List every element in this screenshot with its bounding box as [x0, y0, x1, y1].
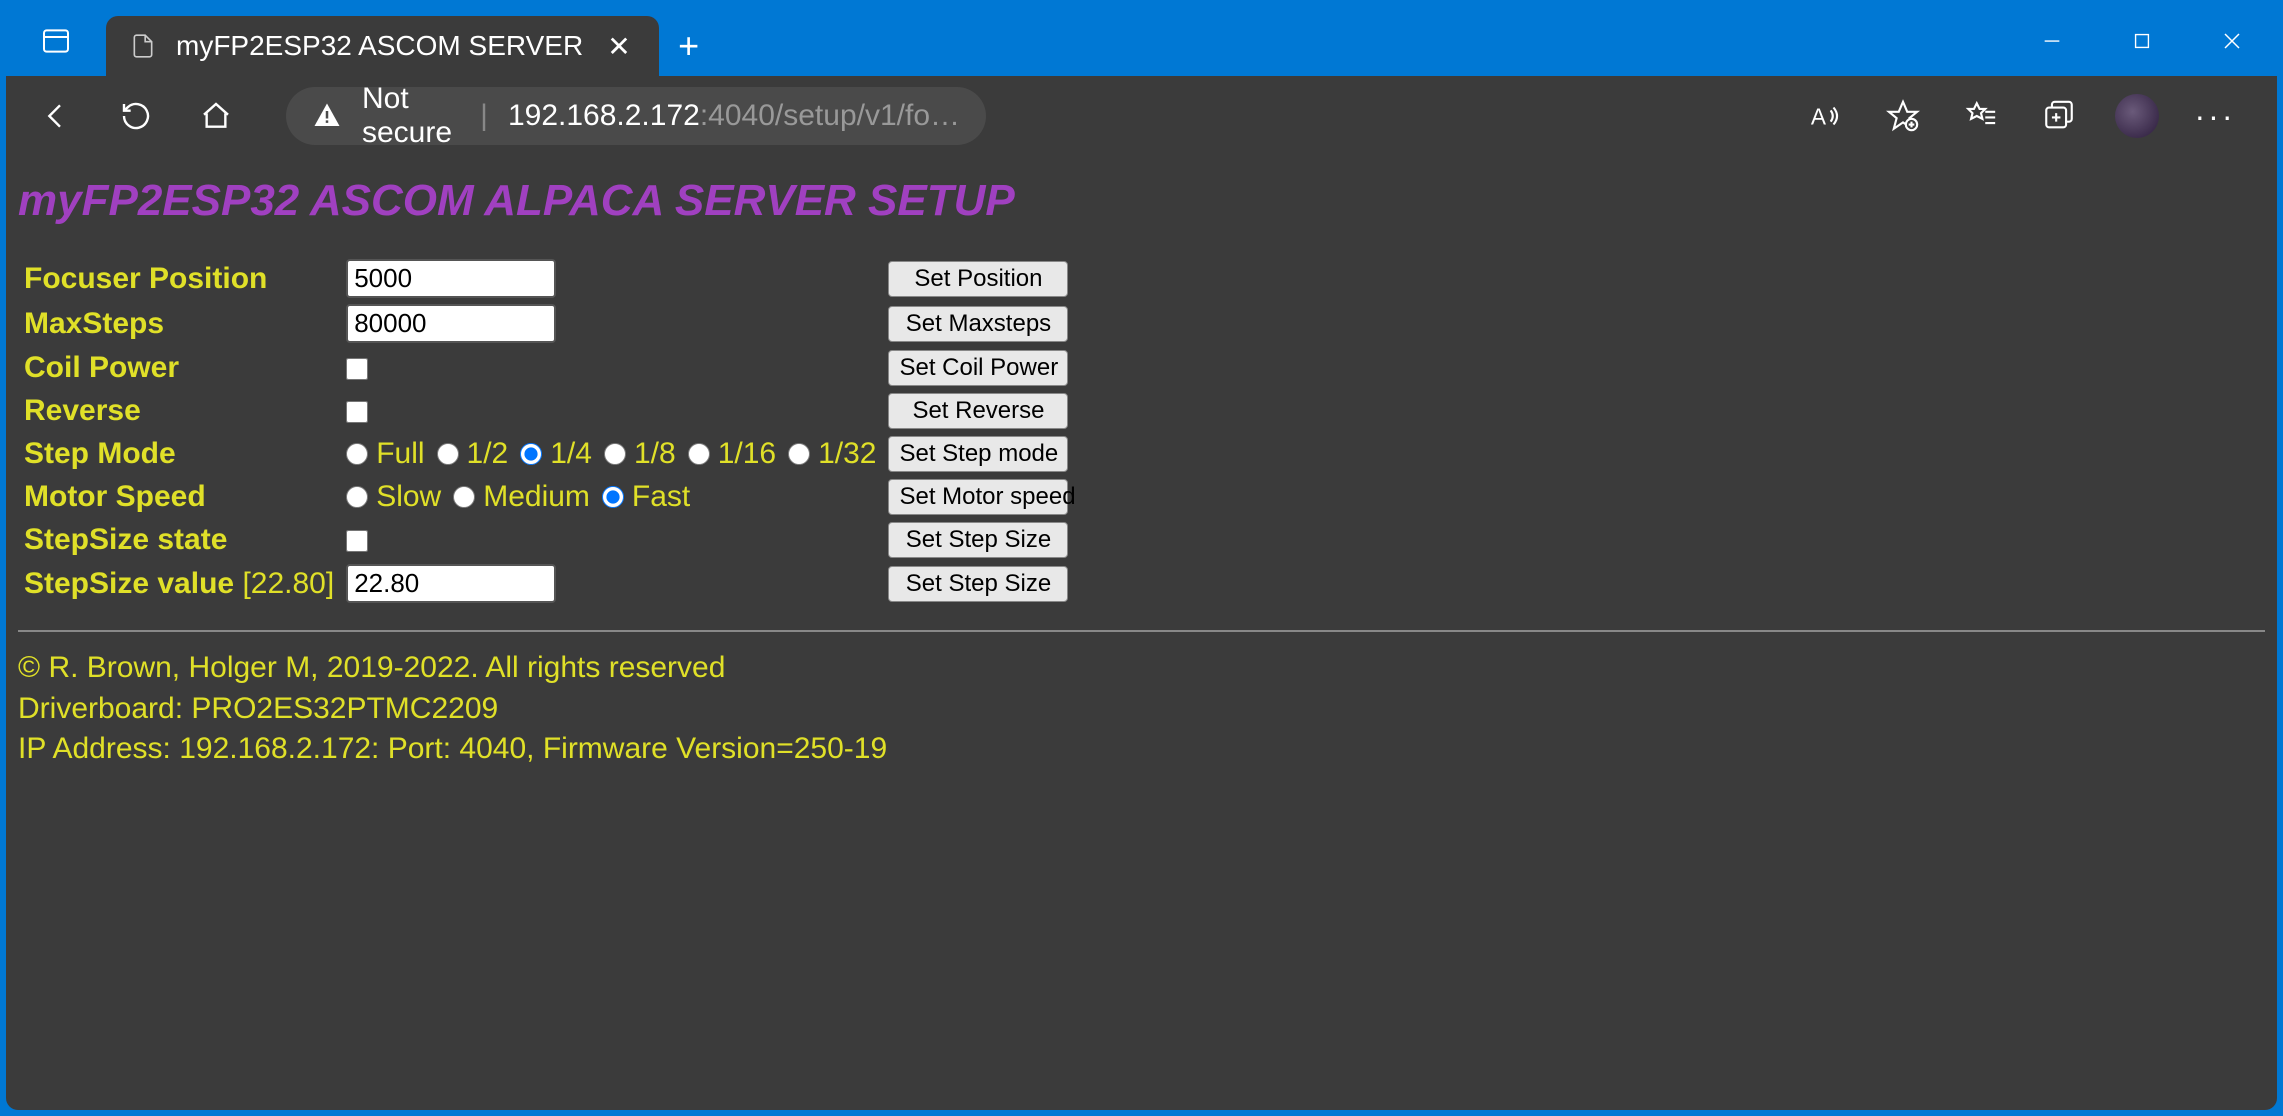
- page-icon: [130, 33, 156, 59]
- browser-tab[interactable]: myFP2ESP32 ASCOM SERVER ✕: [106, 16, 659, 76]
- window-titlebar: myFP2ESP32 ASCOM SERVER ✕ +: [6, 6, 2277, 76]
- footer-copyright: © R. Brown, Holger M, 2019-2022. All rig…: [18, 648, 2265, 689]
- step-mode-full-radio[interactable]: [346, 443, 368, 465]
- stepsize-state-checkbox[interactable]: [346, 530, 368, 552]
- close-tab-icon[interactable]: ✕: [603, 30, 634, 63]
- maxsteps-label: MaxSteps: [18, 301, 340, 346]
- step-mode-label: Step Mode: [18, 432, 340, 475]
- home-button[interactable]: [186, 86, 246, 146]
- footer-ip: IP Address: 192.168.2.172: Port: 4040, F…: [18, 729, 2265, 770]
- reverse-checkbox[interactable]: [346, 401, 368, 423]
- step-mode-radio-group: Full 1/2 1/4 1/8 1/16 1/32: [346, 437, 876, 471]
- set-maxsteps-button[interactable]: Set Maxsteps: [888, 306, 1068, 342]
- favorites-list-icon[interactable]: [1959, 94, 2003, 138]
- url-path: :4040/setup/v1/fo…: [700, 99, 960, 132]
- motor-speed-radio-group: Slow Medium Fast: [346, 480, 876, 514]
- address-bar[interactable]: Not secure | 192.168.2.172:4040/setup/v1…: [286, 87, 986, 145]
- url-host: 192.168.2.172: [508, 99, 700, 132]
- refresh-button[interactable]: [106, 86, 166, 146]
- tab-title: myFP2ESP32 ASCOM SERVER: [176, 30, 583, 62]
- set-reverse-button[interactable]: Set Reverse: [888, 393, 1068, 429]
- step-mode-sixteenth-radio[interactable]: [688, 443, 710, 465]
- set-stepsize-value-button[interactable]: Set Step Size: [888, 566, 1068, 602]
- profile-avatar[interactable]: [2115, 94, 2159, 138]
- step-mode-full-label: Full: [376, 437, 424, 471]
- svg-text:A: A: [1811, 104, 1827, 130]
- step-mode-sixteenth-label: 1/16: [718, 437, 776, 471]
- step-mode-eighth-radio[interactable]: [604, 443, 626, 465]
- motor-speed-fast-label: Fast: [632, 480, 690, 514]
- not-secure-label: Not secure: [362, 82, 460, 150]
- back-button[interactable]: [26, 86, 86, 146]
- set-step-mode-button[interactable]: Set Step mode: [888, 436, 1068, 472]
- step-mode-half-radio[interactable]: [437, 443, 459, 465]
- set-position-button[interactable]: Set Position: [888, 261, 1068, 297]
- reverse-label: Reverse: [18, 389, 340, 432]
- url-text: 192.168.2.172:4040/setup/v1/fo…: [508, 99, 960, 133]
- stepsize-value-label-text: StepSize value: [24, 567, 234, 600]
- maximize-button[interactable]: [2097, 6, 2187, 76]
- stepsize-value-current: [22.80]: [242, 567, 334, 600]
- focuser-position-label: Focuser Position: [18, 256, 340, 301]
- more-menu-icon[interactable]: ···: [2193, 94, 2237, 138]
- footer: © R. Brown, Holger M, 2019-2022. All rig…: [18, 648, 2265, 770]
- warning-icon: [312, 101, 342, 131]
- minimize-button[interactable]: [2007, 6, 2097, 76]
- motor-speed-label: Motor Speed: [18, 475, 340, 518]
- stepsize-value-label: StepSize value [22.80]: [18, 561, 340, 606]
- browser-toolbar: Not secure | 192.168.2.172:4040/setup/v1…: [6, 76, 2277, 156]
- step-mode-quarter-label: 1/4: [550, 437, 592, 471]
- step-mode-thirtysecond-label: 1/32: [818, 437, 876, 471]
- page-title: myFP2ESP32 ASCOM ALPACA SERVER SETUP: [18, 176, 2265, 226]
- favorite-icon[interactable]: [1881, 94, 1925, 138]
- collections-icon[interactable]: [2037, 94, 2081, 138]
- step-mode-half-label: 1/2: [467, 437, 509, 471]
- step-mode-eighth-label: 1/8: [634, 437, 676, 471]
- motor-speed-medium-radio[interactable]: [453, 486, 475, 508]
- read-aloud-icon[interactable]: A: [1803, 94, 1847, 138]
- maxsteps-input[interactable]: [346, 304, 556, 343]
- step-mode-quarter-radio[interactable]: [520, 443, 542, 465]
- page-content: myFP2ESP32 ASCOM ALPACA SERVER SETUP Foc…: [6, 156, 2277, 1110]
- motor-speed-slow-label: Slow: [376, 480, 441, 514]
- set-stepsize-state-button[interactable]: Set Step Size: [888, 522, 1068, 558]
- divider: [18, 630, 2265, 632]
- motor-speed-medium-label: Medium: [483, 480, 590, 514]
- motor-speed-slow-radio[interactable]: [346, 486, 368, 508]
- footer-driverboard: Driverboard: PRO2ES32PTMC2209: [18, 689, 2265, 730]
- stepsize-value-input[interactable]: [346, 564, 556, 603]
- close-window-button[interactable]: [2187, 6, 2277, 76]
- addr-separator: |: [480, 99, 488, 133]
- settings-form: Focuser Position Set Position MaxSteps S…: [18, 256, 1074, 606]
- step-mode-thirtysecond-radio[interactable]: [788, 443, 810, 465]
- motor-speed-fast-radio[interactable]: [602, 486, 624, 508]
- new-tab-button[interactable]: +: [659, 16, 719, 76]
- focuser-position-input[interactable]: [346, 259, 556, 298]
- set-coil-power-button[interactable]: Set Coil Power: [888, 350, 1068, 386]
- coil-power-checkbox[interactable]: [346, 358, 368, 380]
- set-motor-speed-button[interactable]: Set Motor speed: [888, 479, 1068, 515]
- stepsize-state-label: StepSize state: [18, 518, 340, 561]
- coil-power-label: Coil Power: [18, 346, 340, 389]
- tab-actions-icon[interactable]: [6, 6, 106, 76]
